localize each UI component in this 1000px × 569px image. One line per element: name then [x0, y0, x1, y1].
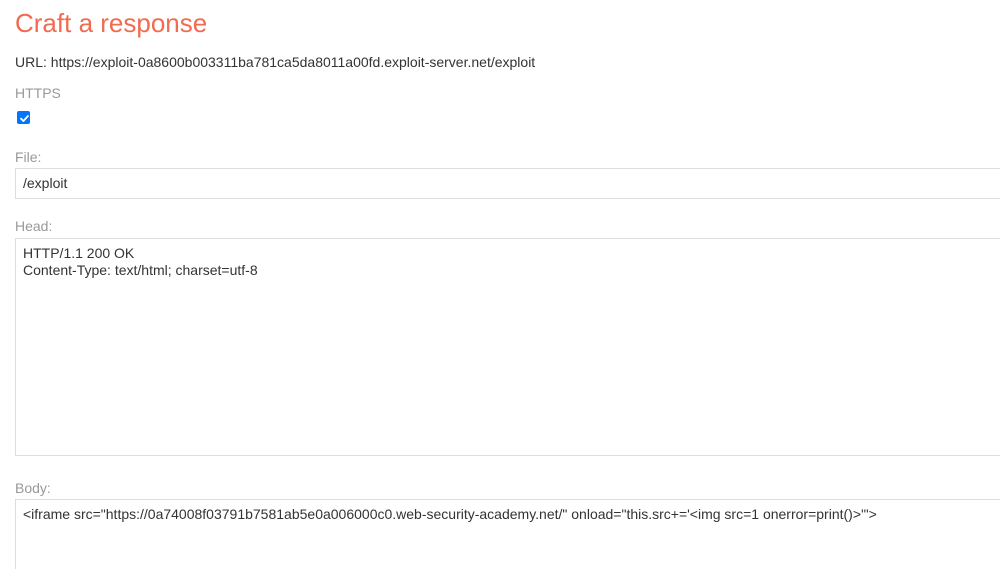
- body-textarea[interactable]: <iframe src="https://0a74008f03791b7581a…: [15, 499, 1000, 569]
- https-label: HTTPS: [15, 85, 61, 101]
- exploit-url: URL: https://exploit-0a8600b003311ba781c…: [15, 54, 536, 70]
- body-value: <iframe src="https://0a74008f03791b7581a…: [23, 506, 877, 522]
- file-label: File:: [15, 149, 42, 165]
- body-label: Body:: [15, 480, 51, 496]
- head-line-status: HTTP/1.1 200 OK: [23, 245, 135, 261]
- checkmark-icon: [20, 115, 29, 122]
- file-input-value: /exploit: [23, 175, 68, 191]
- page-title: Craft a response: [15, 8, 208, 38]
- head-label: Head:: [15, 218, 53, 234]
- head-line-content-type: Content-Type: text/html; charset=utf-8: [23, 262, 258, 278]
- file-input[interactable]: /exploit: [15, 168, 1000, 199]
- https-checkbox[interactable]: [17, 111, 30, 124]
- craft-response-page: Craft a response URL: https://exploit-0a…: [0, 0, 1000, 569]
- head-textarea[interactable]: HTTP/1.1 200 OK Content-Type: text/html;…: [15, 238, 1000, 456]
